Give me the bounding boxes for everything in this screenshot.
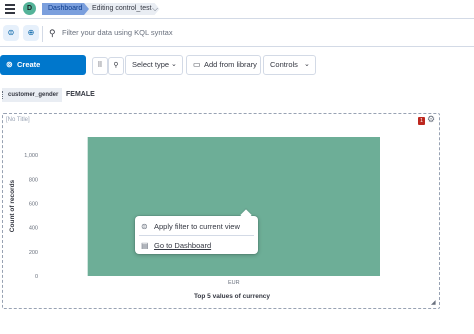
y-tick-label: 1,000: [24, 153, 38, 159]
divider: [139, 235, 254, 236]
y-tick-label: 400: [29, 226, 38, 232]
filter-action-popover: ⊜ Apply filter to current view ▤ Go to D…: [135, 209, 258, 254]
y-tick-label: 200: [29, 250, 38, 256]
y-tick-label: 800: [29, 177, 38, 183]
x-axis-label: Top 5 values of currency: [194, 293, 270, 300]
y-tick-label: 600: [29, 201, 38, 207]
go-to-dashboard-label: Go to Dashboard: [154, 241, 212, 250]
y-axis-label: Count of records: [9, 179, 16, 232]
y-tick-label: 0: [35, 274, 38, 280]
x-tick-label: EUR: [228, 280, 240, 286]
apply-filter-label: Apply filter to current view: [154, 222, 240, 231]
dashboard-icon: ▤: [141, 241, 149, 250]
apply-filter-action[interactable]: ⊜ Apply filter to current view: [135, 219, 258, 235]
filter-icon: ⊜: [141, 222, 148, 231]
bar-chart: 0 200 400 600 800 1,000 EUR Count of records T…: [9, 137, 381, 300]
go-to-dashboard-action[interactable]: ▤ Go to Dashboard: [135, 238, 258, 254]
bar[interactable]: [87, 137, 381, 276]
